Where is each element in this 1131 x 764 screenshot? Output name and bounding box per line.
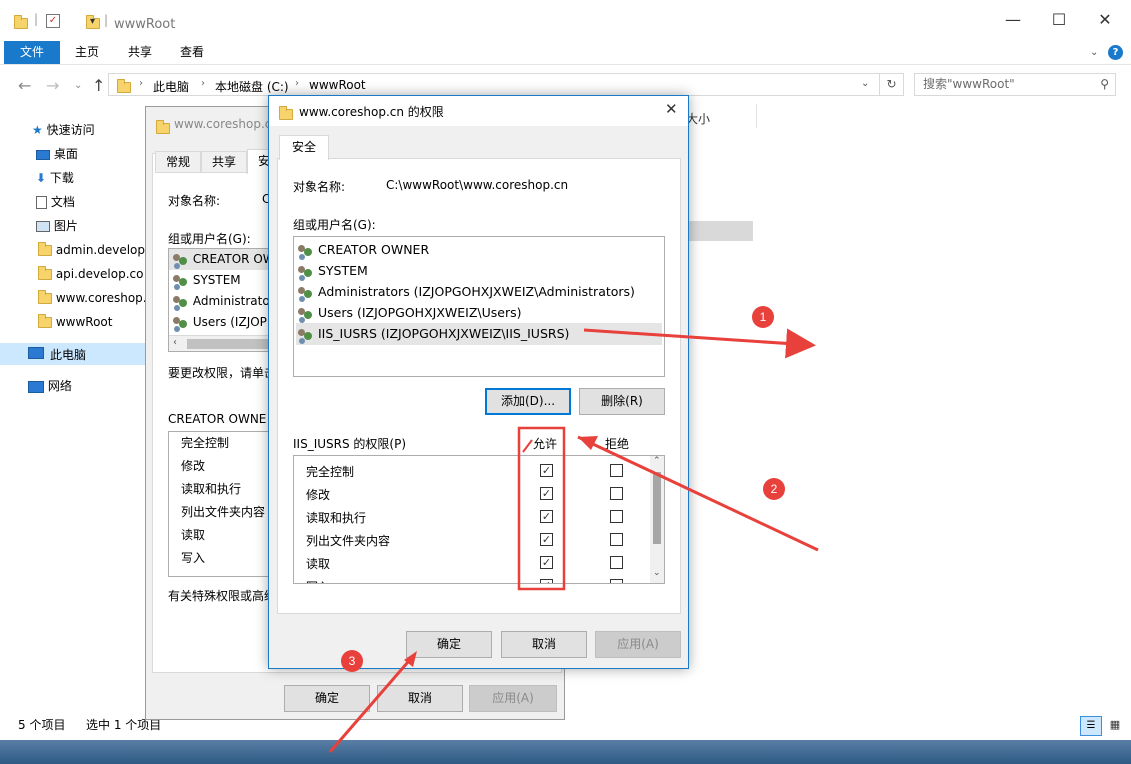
annotation-badge-1: 1 (752, 306, 774, 328)
annotation-arrowhead (578, 436, 598, 450)
annotation-arrow-1 (583, 328, 816, 359)
annotation-arrow-allow (522, 439, 533, 453)
annotation-badge-3: 3 (341, 650, 363, 672)
annotation-badge-2: 2 (763, 478, 785, 500)
annotation-arrow-3 (328, 654, 416, 753)
annotation-layer (328, 328, 819, 753)
annotation-highlight-box (517, 426, 566, 591)
